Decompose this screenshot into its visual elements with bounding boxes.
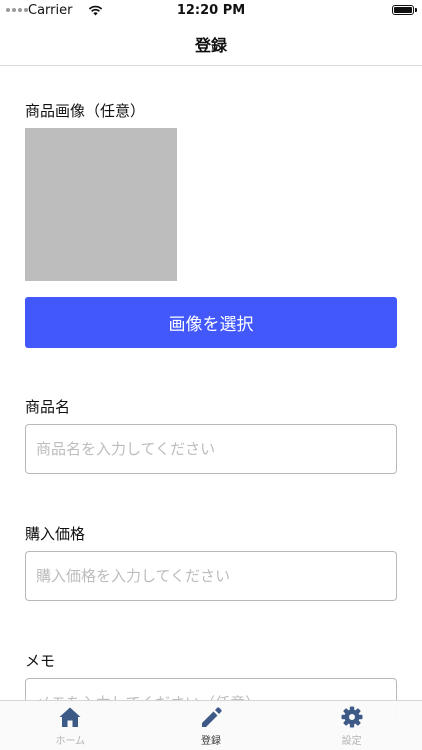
select-image-button[interactable]: 画像を選択: [25, 297, 397, 348]
purchase-price-label: 購入価格: [25, 525, 86, 543]
tab-bar: ホーム 登録 設定: [0, 700, 422, 750]
product-name-label: 商品名: [25, 398, 71, 416]
product-image-label: 商品画像（任意）: [25, 102, 146, 120]
tab-settings-label: 設定: [341, 736, 362, 747]
battery-icon: [392, 5, 417, 15]
screen: Carrier 12:20 PM 登録 商品画像（任意） 画像を選択 商品名 購…: [0, 0, 422, 750]
pencil-icon: [199, 706, 223, 728]
status-bar: Carrier 12:20 PM: [0, 0, 422, 22]
home-icon: [58, 706, 82, 728]
product-image-preview: [25, 128, 177, 281]
purchase-price-input[interactable]: [25, 551, 397, 601]
tab-register[interactable]: 登録: [141, 701, 282, 750]
navigation-bar: 登録: [0, 22, 422, 66]
memo-label: メモ: [25, 652, 56, 670]
product-name-input[interactable]: [25, 424, 397, 474]
clock: 12:20 PM: [176, 3, 246, 18]
tab-home-label: ホーム: [55, 736, 86, 747]
tab-register-label: 登録: [201, 736, 221, 747]
page-title: 登録: [194, 35, 227, 55]
gear-icon: [340, 706, 364, 728]
tab-settings[interactable]: 設定: [281, 701, 422, 750]
tab-home[interactable]: ホーム: [0, 701, 141, 750]
